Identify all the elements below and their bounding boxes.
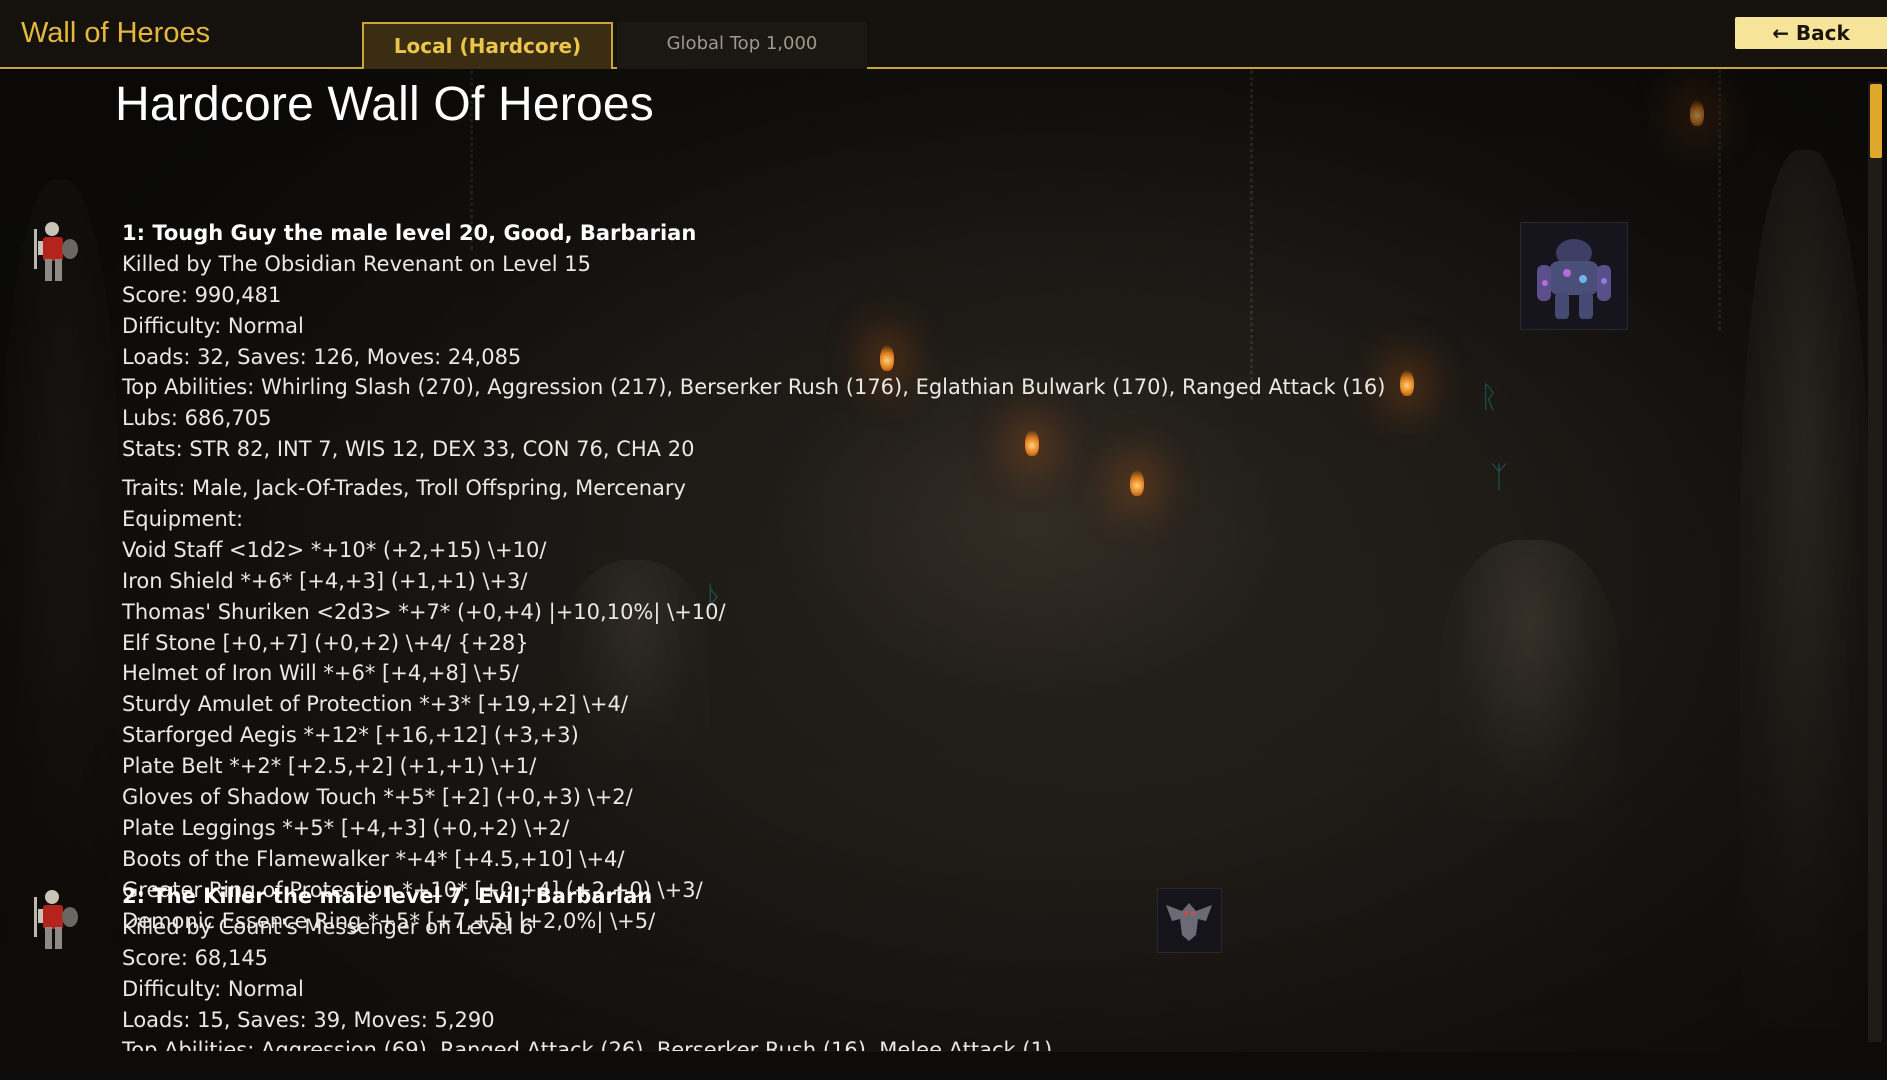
hero-headline: 2: The Killer the male level 7, Evil, Ba… (122, 884, 653, 908)
difficulty: Difficulty: Normal (122, 976, 304, 1001)
tab-global-top[interactable]: Global Top 1,000 (617, 22, 867, 69)
hero-details: 1: Tough Guy the male level 20, Good, Ba… (122, 218, 1385, 936)
scrollbar-track[interactable] (1868, 82, 1882, 1042)
equipment-item: Plate Belt *+2* [+2.5,+2] (+1,+1) \+1/ (122, 754, 537, 779)
equipment-label: Equipment: (122, 507, 244, 532)
equipment-item: Boots of the Flamewalker *+4* [+4.5,+10]… (122, 846, 625, 871)
equipment-item: Elf Stone [+0,+7] (+0,+2) \+4/ {+28} (122, 630, 529, 655)
traits: Traits: Male, Jack-Of-Trades, Troll Offs… (122, 476, 686, 501)
equipment-item: Gloves of Shadow Touch *+5* [+2] (+0,+3)… (122, 785, 633, 810)
difficulty: Difficulty: Normal (122, 313, 304, 338)
bottom-bar (0, 1052, 1887, 1080)
lubs: Lubs: 686,705 (122, 406, 272, 431)
equipment-item: Plate Leggings *+5* [+4,+3] (+0,+2) \+2/ (122, 815, 570, 840)
barbarian-hero-icon (34, 890, 78, 949)
hero-headline: 1: Tough Guy the male level 20, Good, Ba… (122, 221, 697, 245)
page-title: Hardcore Wall Of Heroes (115, 78, 654, 131)
equipment-item: Iron Shield *+6* [+4,+3] (+1,+1) \+3/ (122, 568, 528, 593)
app-title: Wall of Heroes (21, 17, 211, 49)
equipment-item: Helmet of Iron Will *+6* [+4,+8] \+5/ (122, 661, 519, 686)
back-button[interactable]: ← Back (1735, 17, 1887, 49)
equipment-item: Sturdy Amulet of Protection *+3* [+19,+2… (122, 692, 628, 717)
barbarian-hero-icon (34, 222, 78, 281)
obsidian-golem-icon (1520, 222, 1628, 330)
equipment-item: Void Staff <1d2> *+10* (+2,+15) \+10/ (122, 537, 547, 562)
top-abilities: Top Abilities: Whirling Slash (270), Agg… (122, 375, 1386, 400)
scrollbar-thumb[interactable] (1870, 84, 1882, 158)
gargoyle-bat-icon (1157, 888, 1222, 953)
equipment-item: Starforged Aegis *+12* [+16,+12] (+3,+3) (122, 723, 579, 748)
score: Score: 990,481 (122, 282, 282, 307)
stats: Stats: STR 82, INT 7, WIS 12, DEX 33, CO… (122, 437, 695, 462)
loads-saves-moves: Loads: 15, Saves: 39, Moves: 5,290 (122, 1007, 495, 1032)
top-abilities: Top Abilities: Aggression (69), Ranged A… (122, 1038, 1053, 1051)
loads-saves-moves: Loads: 32, Saves: 126, Moves: 24,085 (122, 344, 522, 369)
top-bar: Wall of Heroes Local (Hardcore) Global T… (0, 0, 1887, 69)
score: Score: 68,145 (122, 945, 269, 970)
killed-by: Killed by The Obsidian Revenant on Level… (122, 251, 591, 276)
hero-details: 2: The Killer the male level 7, Evil, Ba… (122, 881, 1052, 1051)
hero-list[interactable]: Hardcore Wall Of Heroes 1: Tough Guy the… (0, 71, 1865, 1051)
wall-of-heroes-screen: ᚱ ᛉ ᚦ Wall of Heroes Local (Hardcore) Gl… (0, 0, 1887, 1080)
killed-by: Killed by Count's Messenger on Level 6 (122, 914, 534, 939)
equipment-item: Thomas' Shuriken <2d3> *+7* (+0,+4) |+10… (122, 599, 726, 624)
tab-local-hardcore[interactable]: Local (Hardcore) (362, 22, 613, 69)
